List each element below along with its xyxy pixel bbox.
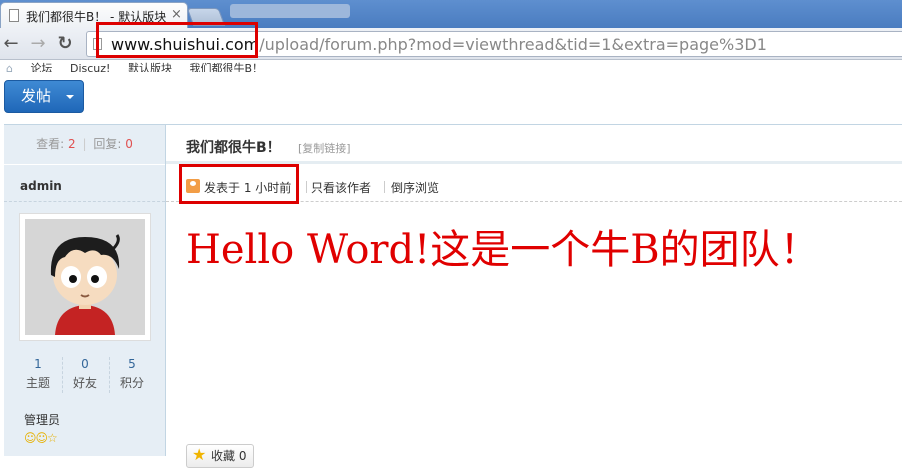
chevron-down-icon — [66, 95, 74, 99]
browser-toolbar: ← → ↻ www.shuishui.com/upload/forum.php?… — [0, 28, 902, 60]
views-count: 2 — [68, 137, 76, 151]
address-bar[interactable]: www.shuishui.com/upload/forum.php?mod=vi… — [86, 31, 902, 57]
thread-title: 我们都很牛B！ — [186, 140, 281, 156]
back-icon[interactable]: ← — [0, 33, 22, 55]
user-icon — [186, 179, 200, 193]
favorite-label: 收藏 0 — [211, 449, 247, 463]
breadcrumb-item[interactable]: 论坛 — [30, 62, 52, 72]
thread-stats: 查看: 2 | 回复: 0 — [4, 125, 165, 165]
home-icon[interactable]: ⌂ — [6, 62, 13, 72]
copy-link[interactable]: [复制链接] — [298, 140, 351, 156]
page-icon — [93, 38, 102, 50]
replies-count: 0 — [125, 137, 133, 151]
browser-tabstrip: 我们都很牛B！ - 默认版块 × — [0, 0, 902, 28]
post-message: Hello Word!这是一个牛B的团队！ — [186, 227, 820, 273]
views-label: 查看: — [36, 137, 65, 151]
tab-close-icon[interactable]: × — [171, 7, 182, 22]
page-icon — [9, 9, 19, 22]
forward-icon[interactable]: → — [27, 33, 49, 55]
url-path: /upload/forum.php?mod=viewthread&tid=1&e… — [259, 35, 767, 54]
favorite-button[interactable]: ★ 收藏 0 — [186, 444, 254, 468]
post-meta: 发表于 1 小时前 只看该作者 倒序浏览 — [166, 172, 902, 202]
profile-stat-threads[interactable]: 1 主题 — [14, 357, 62, 391]
thread-header: 我们都很牛B！ [复制链接] — [166, 124, 902, 164]
divider — [4, 201, 165, 202]
breadcrumb-item[interactable]: 默认版块 — [128, 62, 172, 72]
new-post-label: 发帖 — [21, 87, 52, 105]
new-tab-button[interactable] — [186, 8, 226, 26]
background-tab[interactable] — [230, 4, 350, 18]
profile-stat-friends[interactable]: 0 好友 — [61, 357, 109, 391]
user-group[interactable]: 管理员 — [24, 411, 60, 428]
author-only-link[interactable]: 只看该作者 — [311, 179, 371, 196]
reverse-order-link[interactable]: 倒序浏览 — [391, 179, 439, 196]
author-name[interactable]: admin — [20, 179, 62, 193]
star-icon: ★ — [192, 445, 207, 464]
profile-stat-credits[interactable]: 5 积分 — [108, 357, 156, 391]
post-time: 发表于 1 小时前 — [204, 181, 292, 195]
new-post-button[interactable]: 发帖 — [4, 80, 84, 113]
breadcrumb: ⌂ 论坛 Discuz! 默认版块 我们都很牛B！ — [6, 60, 902, 72]
reload-icon[interactable]: ↻ — [54, 33, 76, 55]
url-text[interactable]: www.shuishui.com/upload/forum.php?mod=vi… — [111, 35, 767, 55]
url-host: www.shuishui.com — [111, 35, 260, 54]
author-sidebar: 查看: 2 | 回复: 0 admin 1 主题 0 好友 5 积分 管理员 ☺… — [4, 124, 166, 456]
rank-badges-icon: ☺☺☆ — [24, 431, 58, 445]
browser-tab[interactable]: 我们都很牛B！ - 默认版块 × — [0, 2, 188, 28]
breadcrumb-item[interactable]: 我们都很牛B！ — [189, 62, 263, 72]
avatar[interactable] — [19, 213, 151, 341]
tab-title: 我们都很牛B！ - 默认版块 — [26, 10, 166, 24]
replies-label: 回复: — [93, 137, 122, 151]
breadcrumb-item[interactable]: Discuz! — [70, 62, 110, 72]
avatar-image — [25, 219, 145, 335]
